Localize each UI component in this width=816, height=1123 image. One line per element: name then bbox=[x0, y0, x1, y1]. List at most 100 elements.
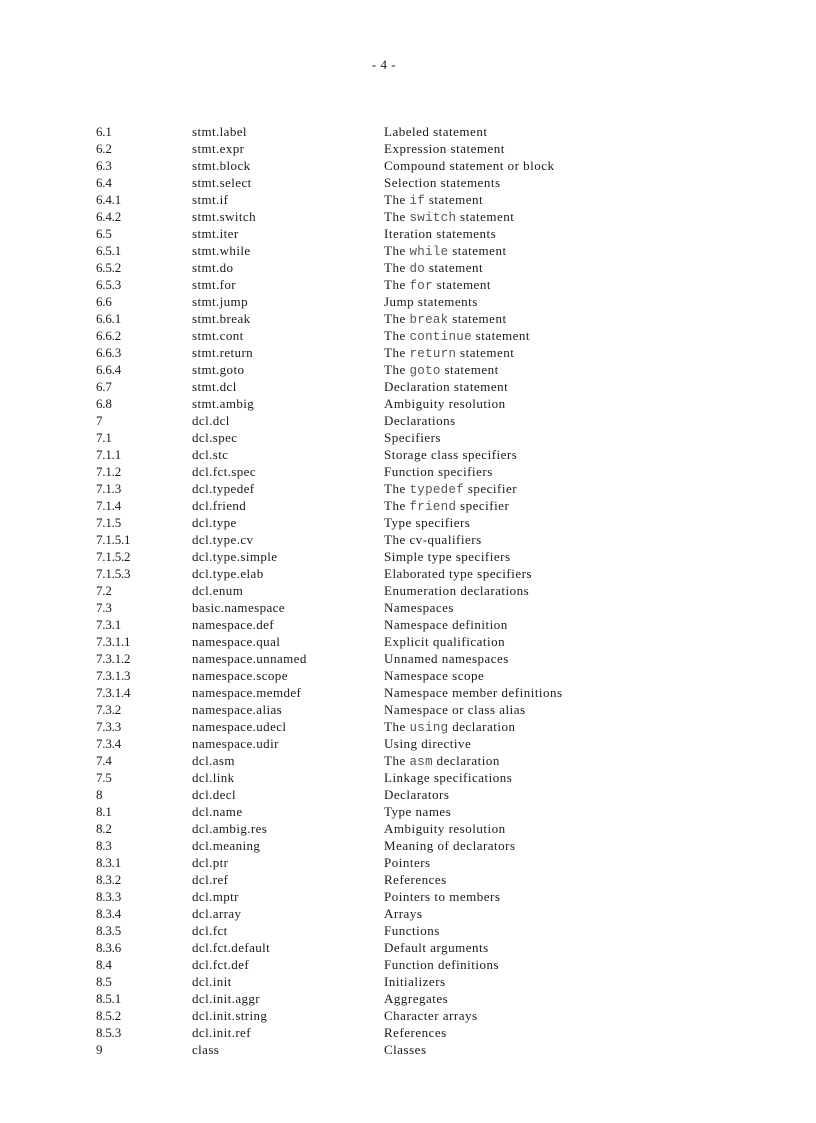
section-label: dcl.enum bbox=[192, 583, 244, 598]
code-keyword: for bbox=[409, 279, 433, 293]
title-text: References bbox=[384, 872, 447, 887]
section-number: 7.1.1 bbox=[96, 447, 122, 462]
section-label: namespace.unnamed bbox=[192, 651, 307, 666]
section-label: namespace.memdef bbox=[192, 685, 302, 700]
section-label: stmt.select bbox=[192, 175, 252, 190]
section-title: Unnamed namespaces bbox=[384, 650, 509, 667]
section-label: dcl.fct.spec bbox=[192, 464, 256, 479]
section-number: 7.3.2 bbox=[96, 702, 122, 717]
section-title: Meaning of declarators bbox=[384, 837, 516, 854]
section-title: Ambiguity resolution bbox=[384, 395, 506, 412]
section-label: dcl.ptr bbox=[192, 855, 229, 870]
title-text: specifier bbox=[464, 481, 518, 496]
title-text: statement bbox=[425, 260, 484, 275]
section-label: dcl.array bbox=[192, 906, 242, 921]
title-text: The bbox=[384, 277, 410, 292]
section-number: 7 bbox=[96, 413, 103, 428]
section-title: Enumeration declarations bbox=[384, 582, 529, 599]
section-title: Iteration statements bbox=[384, 225, 496, 242]
title-text: Initializers bbox=[384, 974, 446, 989]
section-title: Type specifiers bbox=[384, 514, 470, 531]
title-text: The bbox=[384, 498, 410, 513]
section-label: stmt.jump bbox=[192, 294, 248, 309]
section-number: 8.3 bbox=[96, 838, 112, 853]
title-text: Character arrays bbox=[384, 1008, 478, 1023]
section-number: 7.3.3 bbox=[96, 719, 122, 734]
section-label: dcl.init bbox=[192, 974, 232, 989]
section-number: 6.1 bbox=[96, 124, 112, 139]
section-label: dcl.link bbox=[192, 770, 235, 785]
section-label: namespace.udecl bbox=[192, 719, 287, 734]
title-text: Declaration statement bbox=[384, 379, 509, 394]
section-label: stmt.while bbox=[192, 243, 251, 258]
section-label: stmt.iter bbox=[192, 226, 239, 241]
title-text: specifier bbox=[456, 498, 510, 513]
title-text: The bbox=[384, 192, 410, 207]
section-label: stmt.for bbox=[192, 277, 237, 292]
section-label: stmt.break bbox=[192, 311, 251, 326]
section-title: Function definitions bbox=[384, 956, 499, 973]
section-title: Compound statement or block bbox=[384, 157, 555, 174]
section-label: stmt.cont bbox=[192, 328, 244, 343]
code-keyword: if bbox=[409, 194, 426, 208]
section-number: 7.3.1 bbox=[96, 617, 122, 632]
section-title: Functions bbox=[384, 922, 440, 939]
section-label: dcl.meaning bbox=[192, 838, 261, 853]
title-text: Type names bbox=[384, 804, 452, 819]
title-text: declaration bbox=[448, 719, 516, 734]
section-number: 7.3.1.3 bbox=[96, 668, 131, 683]
title-text: Jump statements bbox=[384, 294, 478, 309]
title-text: Explicit qualification bbox=[384, 634, 506, 649]
section-number: 7.3.1.4 bbox=[96, 685, 131, 700]
section-label: stmt.do bbox=[192, 260, 234, 275]
section-label: dcl.typedef bbox=[192, 481, 255, 496]
title-text: Aggregates bbox=[384, 991, 449, 1006]
section-label: stmt.ambig bbox=[192, 396, 255, 411]
section-number: 6.5.1 bbox=[96, 243, 122, 258]
section-number: 7.3.1.2 bbox=[96, 651, 131, 666]
title-text: Namespace definition bbox=[384, 617, 508, 632]
section-title: Type names bbox=[384, 803, 451, 820]
section-label: class bbox=[192, 1042, 220, 1057]
title-text: Compound statement or block bbox=[384, 158, 555, 173]
title-text: The bbox=[384, 481, 410, 496]
section-title: The cv-qualifiers bbox=[384, 531, 482, 548]
section-title: Character arrays bbox=[384, 1007, 478, 1024]
section-label: namespace.qual bbox=[192, 634, 281, 649]
title-text: statement bbox=[440, 362, 499, 377]
section-number: 8.5 bbox=[96, 974, 112, 989]
section-number: 7.5 bbox=[96, 770, 112, 785]
title-text: declaration bbox=[432, 753, 500, 768]
title-text: The bbox=[384, 311, 410, 326]
code-keyword: while bbox=[409, 245, 449, 259]
section-label: dcl.stc bbox=[192, 447, 229, 462]
section-label: dcl.spec bbox=[192, 430, 238, 445]
section-label: dcl.init.string bbox=[192, 1008, 268, 1023]
title-text: statement bbox=[432, 277, 491, 292]
section-number: 6.5 bbox=[96, 226, 112, 241]
section-title: Namespaces bbox=[384, 599, 454, 616]
section-title: Namespace definition bbox=[384, 616, 508, 633]
section-title: Explicit qualification bbox=[384, 633, 505, 650]
code-keyword: return bbox=[409, 347, 457, 361]
section-number: 6.5.2 bbox=[96, 260, 122, 275]
section-number: 8.3.2 bbox=[96, 872, 122, 887]
section-title: Namespace member definitions bbox=[384, 684, 563, 701]
section-label: stmt.goto bbox=[192, 362, 245, 377]
title-text: Namespace member definitions bbox=[384, 685, 563, 700]
section-number: 6.3 bbox=[96, 158, 112, 173]
section-title: Aggregates bbox=[384, 990, 448, 1007]
section-title: Jump statements bbox=[384, 293, 478, 310]
section-title: Pointers bbox=[384, 854, 431, 871]
title-text: Namespace or class alias bbox=[384, 702, 526, 717]
section-number: 6.4.2 bbox=[96, 209, 122, 224]
title-text: Arrays bbox=[384, 906, 423, 921]
code-keyword: do bbox=[409, 262, 426, 276]
section-label: dcl.friend bbox=[192, 498, 247, 513]
section-number: 6.2 bbox=[96, 141, 112, 156]
section-label: dcl.decl bbox=[192, 787, 236, 802]
title-text: Function specifiers bbox=[384, 464, 493, 479]
title-text: statement bbox=[456, 209, 515, 224]
section-number: 6.6.3 bbox=[96, 345, 122, 360]
code-keyword: goto bbox=[409, 364, 441, 378]
